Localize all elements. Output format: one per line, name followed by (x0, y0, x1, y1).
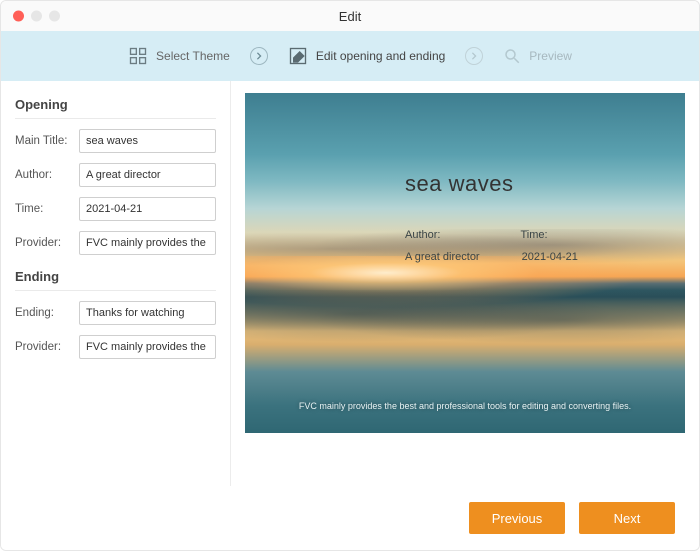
step-select-theme[interactable]: Select Theme (128, 46, 230, 66)
main-title-label: Main Title: (15, 135, 73, 147)
sidebar: Opening Main Title: Author: Time: Provid… (1, 81, 231, 486)
ending-label: Ending: (15, 307, 73, 319)
preview-time-value: 2021-04-21 (522, 251, 578, 263)
step-preview-label: Preview (529, 49, 572, 63)
time-label: Time: (15, 203, 73, 215)
step-edit-opening-ending-label: Edit opening and ending (316, 49, 445, 63)
preview-author-value: A great director (405, 251, 480, 263)
provider-ending-label: Provider: (15, 341, 73, 353)
theme-icon (128, 46, 148, 66)
edit-icon (288, 46, 308, 66)
edit-window: Edit Select Theme Edit opening and endin… (0, 0, 700, 551)
step-select-theme-label: Select Theme (156, 49, 230, 63)
preview-values-row: A great director 2021-04-21 (405, 251, 578, 263)
previous-button[interactable]: Previous (469, 502, 565, 534)
field-provider-ending: Provider: (15, 335, 216, 359)
provider-ending-input[interactable] (79, 335, 216, 359)
window-controls (13, 11, 60, 22)
content-area: Opening Main Title: Author: Time: Provid… (1, 81, 699, 486)
ending-heading: Ending (15, 269, 216, 291)
author-label: Author: (15, 169, 73, 181)
titlebar: Edit (1, 1, 699, 31)
window-title: Edit (1, 9, 699, 24)
provider-opening-label: Provider: (15, 237, 73, 249)
step-bar: Select Theme Edit opening and ending (1, 31, 699, 81)
chevron-right-icon (465, 47, 483, 65)
field-main-title: Main Title: (15, 129, 216, 153)
preview-pane: sea waves Author: Time: A great director… (231, 81, 699, 486)
time-input[interactable] (79, 197, 216, 221)
field-author: Author: (15, 163, 216, 187)
preview-title: sea waves (405, 171, 513, 197)
step-preview[interactable]: Preview (503, 47, 572, 65)
ending-input[interactable] (79, 301, 216, 325)
chevron-right-icon (250, 47, 268, 65)
field-time: Time: (15, 197, 216, 221)
next-button[interactable]: Next (579, 502, 675, 534)
preview-labels-row: Author: Time: (405, 229, 548, 241)
close-icon[interactable] (13, 11, 24, 22)
search-icon (503, 47, 521, 65)
zoom-icon[interactable] (49, 11, 60, 22)
preview-canvas: sea waves Author: Time: A great director… (245, 93, 685, 433)
preview-author-label: Author: (405, 229, 440, 241)
minimize-icon[interactable] (31, 11, 42, 22)
opening-heading: Opening (15, 97, 216, 119)
author-input[interactable] (79, 163, 216, 187)
provider-opening-input[interactable] (79, 231, 216, 255)
field-provider-opening: Provider: (15, 231, 216, 255)
footer: Previous Next (1, 486, 699, 550)
main-title-input[interactable] (79, 129, 216, 153)
step-edit-opening-ending[interactable]: Edit opening and ending (288, 46, 445, 66)
preview-decoration (245, 290, 685, 350)
preview-time-label: Time: (520, 229, 547, 241)
preview-footer-text: FVC mainly provides the best and profess… (245, 401, 685, 411)
field-ending: Ending: (15, 301, 216, 325)
